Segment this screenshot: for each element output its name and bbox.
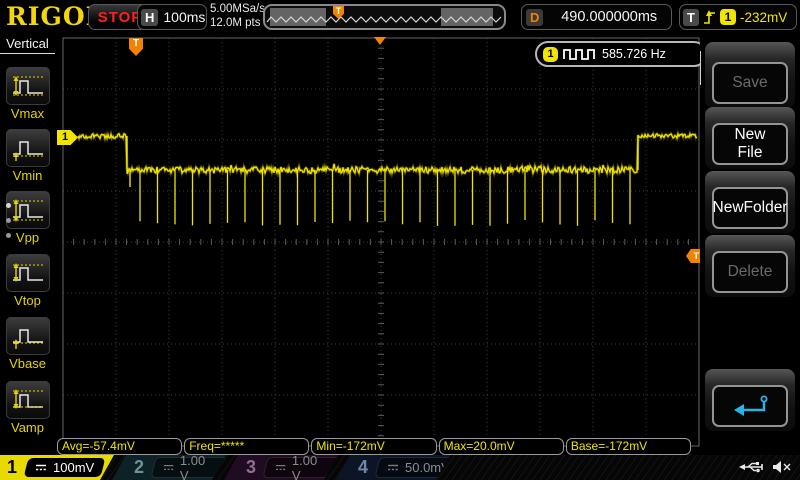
channel-number: 3 (246, 457, 257, 477)
trigger-source-badge: 1 (719, 9, 736, 25)
return-arrow-icon (734, 395, 768, 416)
measurement-avg: Avg=-57.4mV (57, 438, 183, 455)
horizontal-timebase-box: H 100ms (137, 4, 207, 30)
trigger-level-value: -232mV (739, 9, 788, 25)
dc-coupling-icon (275, 463, 286, 472)
menu-item-label: Vamp (11, 420, 44, 435)
menu-item-label: Vtop (14, 293, 41, 308)
memory-depth: 12.0M pts (210, 16, 261, 29)
channel-scale: 1.00 V (180, 452, 206, 480)
sample-rate: 5.00MSa/s (210, 3, 265, 15)
measurement-max: Max=20.0mV (438, 438, 564, 455)
menu-slot: New File (705, 107, 795, 169)
status-icons (738, 460, 792, 474)
measurement-min: Min=-172mV (311, 438, 437, 455)
save-button[interactable]: Save (712, 62, 788, 104)
dc-coupling-icon (387, 463, 399, 472)
trigger-label: T (683, 8, 699, 26)
menu-slot (705, 369, 795, 431)
delay-box: D 490.000000ms (521, 4, 672, 30)
channel-2-indicator[interactable]: 2 1.00 V (112, 455, 226, 480)
menu-item-vmax[interactable]: Vmax (0, 67, 55, 121)
channel-scale: 1.00 V (292, 452, 318, 480)
measurement-freq: Freq=***** (184, 438, 310, 455)
new-file-button[interactable]: New File (712, 123, 788, 165)
square-wave-icon (563, 49, 595, 60)
measurement-bar: Avg=-57.4mV Freq=***** Min=-172mV Max=20… (57, 438, 692, 455)
menu-item-vmin[interactable]: Vmin (0, 129, 55, 183)
new-folder-button[interactable]: NewFolder (712, 187, 788, 229)
channel-number: 2 (134, 457, 145, 477)
back-button[interactable] (712, 385, 788, 427)
usb-icon (739, 462, 763, 473)
measurement-base: Base=-172mV (565, 438, 692, 455)
menu-item-vbase[interactable]: Vbase (0, 317, 55, 371)
rising-edge-icon (703, 10, 715, 24)
timebase-label: H (141, 8, 159, 26)
top-bar: RIGOL STOP H 100ms 5.00MSa/s 12.0M pts T… (0, 0, 800, 34)
right-menu-save: Save Save New File NewFolder Delete (700, 33, 800, 455)
menu-page-indicator (6, 193, 11, 248)
menu-item-label: Vbase (9, 356, 46, 371)
trigger-box: T 1 -232mV (679, 4, 797, 30)
frequency-counter-badge: 1 585.726 Hz (535, 41, 707, 67)
vbase-icon (5, 317, 50, 355)
oscilloscope-screen: RIGOL STOP H 100ms 5.00MSa/s 12.0M pts T… (0, 0, 800, 480)
vmax-icon (5, 67, 50, 105)
menu-item-vtop[interactable]: Vtop (0, 254, 55, 308)
menu-slot: Save (705, 42, 795, 108)
overview-wave-icon (266, 16, 502, 23)
menu-item-label: Vmax (10, 106, 45, 121)
channel-scale-box: 100mV (23, 458, 106, 477)
waveform-overview: T (263, 4, 506, 30)
left-menu-vertical: Vertical Vmax Vmin Vpp Vtop Vbase Vamp (0, 33, 56, 455)
vtop-icon (5, 254, 50, 292)
graticule-and-waveform (62, 37, 700, 447)
run-state-label: STOP (97, 8, 143, 26)
vpp-icon (5, 191, 50, 229)
menu-slot: NewFolder (705, 171, 795, 233)
delay-label: D (526, 8, 544, 26)
channel-scale: 100mV (53, 460, 95, 475)
delete-button[interactable]: Delete (712, 251, 788, 293)
channel-number: 1 (7, 457, 18, 477)
channel-number: 4 (358, 457, 369, 477)
timebase-value: 100ms (163, 9, 206, 25)
dc-coupling-icon (163, 463, 174, 472)
channel-3-indicator[interactable]: 3 1.00 V (224, 455, 338, 480)
channel-4-indicator[interactable]: 4 50.0mV (336, 455, 450, 480)
scope-display: 1 585.726 Hz 1 T T (55, 33, 707, 455)
menu-slot: Delete (705, 235, 795, 297)
menu-item-vamp[interactable]: Vamp (0, 381, 55, 435)
acquisition-info: 5.00MSa/s 12.0M pts (210, 3, 265, 30)
delay-value: 490.000000ms (561, 9, 658, 25)
vamp-icon (5, 381, 50, 419)
left-menu-title: Vertical (0, 33, 55, 54)
trigger-center-indicator-icon (374, 37, 386, 45)
vmin-icon (5, 129, 50, 167)
channel-1-indicator[interactable]: 1 100mV (0, 455, 114, 480)
dc-coupling-icon (36, 464, 47, 471)
freq-counter-channel-badge: 1 (543, 46, 558, 62)
speaker-muted-icon (773, 461, 791, 473)
channel-status-strip: 1 100mV 2 1.00 V 3 1.00 V 4 50.0mV (0, 455, 800, 480)
freq-counter-value: 585.726 Hz (602, 47, 666, 61)
menu-item-label: Vmin (12, 168, 43, 183)
